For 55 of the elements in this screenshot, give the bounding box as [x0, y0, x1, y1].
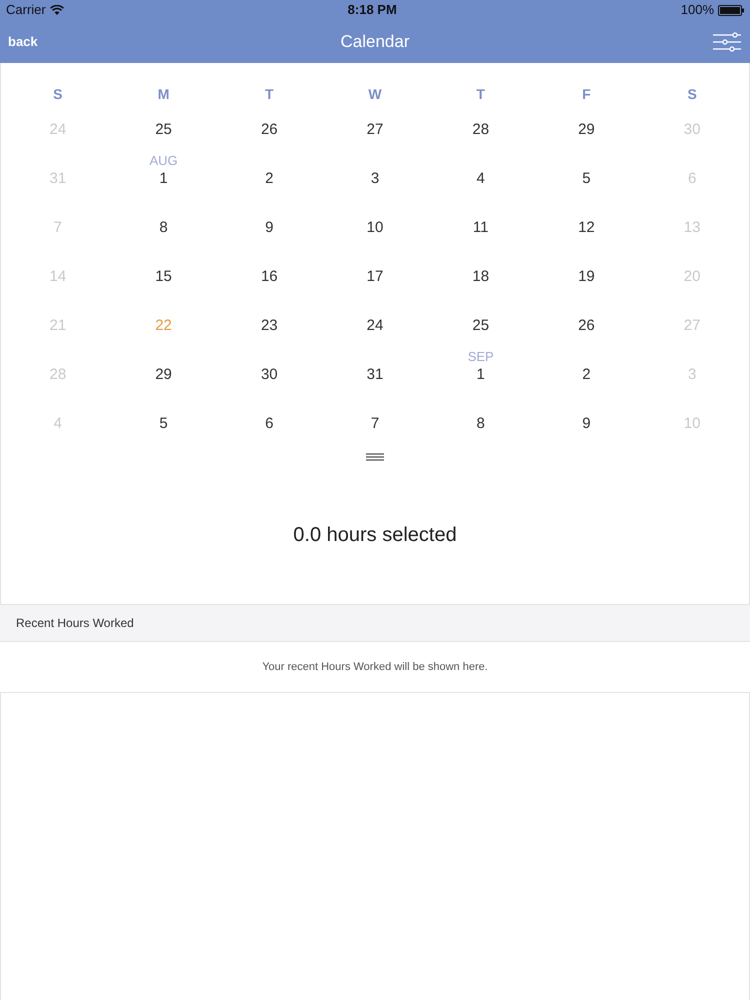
calendar-day[interactable]: 26	[260, 119, 278, 141]
calendar-day[interactable]: 19	[578, 266, 595, 288]
calendar-day[interactable]: 24	[366, 315, 384, 337]
month-label: SEP	[468, 349, 494, 364]
calendar-day[interactable]: 27	[366, 119, 384, 141]
section-title: Recent Hours Worked	[16, 615, 134, 632]
weekday-label: F	[582, 86, 591, 102]
calendar-day[interactable]: 23	[260, 315, 278, 337]
calendar-day[interactable]: 7	[370, 413, 380, 435]
calendar-day[interactable]: 29	[155, 364, 172, 386]
calendar-day[interactable]: 17	[366, 266, 384, 288]
weekday-label: W	[368, 86, 382, 102]
calendar-day[interactable]: 30	[260, 364, 278, 386]
calendar-day[interactable]: 5	[159, 413, 168, 435]
nav-title: Calendar	[340, 32, 410, 50]
weekday-label: S	[687, 86, 697, 102]
calendar-day[interactable]: 25	[472, 315, 490, 337]
weekday-label: S	[53, 86, 63, 102]
calendar-day[interactable]: 6	[265, 413, 274, 435]
calendar-day[interactable]: 9	[265, 217, 274, 239]
wifi-icon	[50, 5, 64, 15]
calendar-day[interactable]: 10	[366, 217, 384, 239]
calendar-day[interactable]: 18	[472, 266, 490, 288]
sliders-icon	[713, 32, 741, 52]
calendar-day[interactable]: 4	[476, 168, 485, 190]
calendar-day[interactable]: 8	[476, 413, 485, 435]
calendar-day[interactable]: 1	[476, 364, 485, 386]
calendar-day[interactable]: 28	[472, 119, 490, 141]
calendar-day[interactable]: 3	[370, 168, 380, 190]
calendar-day[interactable]: 16	[260, 266, 278, 288]
calendar-day[interactable]: 5	[582, 168, 591, 190]
calendar-day[interactable]: 15	[155, 266, 172, 288]
month-label: AUG	[149, 153, 178, 168]
weekday-label: M	[158, 86, 170, 102]
calendar-day[interactable]: 26	[578, 315, 595, 337]
drag-handle-icon[interactable]	[366, 453, 384, 461]
calendar-day[interactable]: 8	[159, 217, 168, 239]
calendar-day[interactable]: 31	[366, 364, 384, 386]
carrier-label: Carrier	[6, 1, 46, 20]
calendar-day[interactable]: 1	[159, 168, 168, 190]
weekday-label: T	[265, 86, 274, 102]
calendar-day[interactable]: 25	[155, 119, 172, 141]
calendar-day[interactable]: 12	[578, 217, 595, 239]
battery-icon	[718, 4, 744, 16]
calendar-day[interactable]: 11	[472, 217, 488, 239]
calendar-day[interactable]: 2	[582, 364, 591, 386]
calendar-day[interactable]: 29	[578, 119, 595, 141]
status-time: 8:18 PM	[348, 2, 397, 18]
calendar-day[interactable]: 9	[582, 413, 591, 435]
hours-selected-text: 0.0 hours selected	[293, 524, 457, 546]
weekday-label: T	[476, 86, 485, 102]
battery-percent: 100%	[680, 1, 714, 20]
filter-button[interactable]	[713, 32, 741, 52]
empty-message: Your recent Hours Worked will be shown here.	[262, 660, 488, 675]
calendar-day[interactable]: 2	[265, 168, 274, 190]
